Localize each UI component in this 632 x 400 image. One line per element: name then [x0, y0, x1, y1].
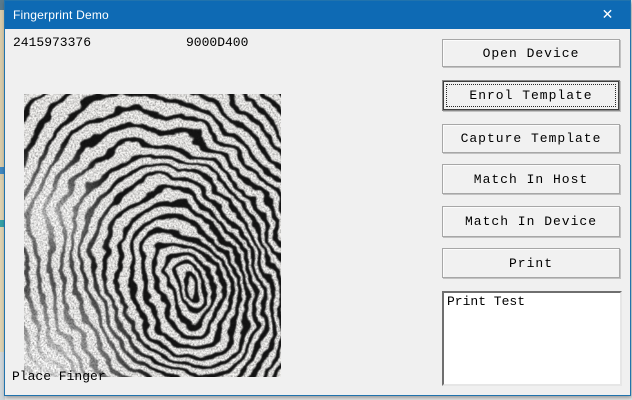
open-device-button[interactable]: Open Device — [442, 39, 620, 67]
enrol-template-button[interactable]: Enrol Template — [442, 80, 620, 111]
app-window: Fingerprint Demo ✕ 2415973376 9000D400 — [4, 0, 631, 396]
match-in-host-button[interactable]: Match In Host — [442, 164, 620, 194]
match-in-device-button[interactable]: Match In Device — [442, 206, 620, 237]
device-code-label: 9000D400 — [186, 35, 248, 50]
titlebar[interactable]: Fingerprint Demo ✕ — [5, 1, 630, 29]
capture-template-button[interactable]: Capture Template — [442, 124, 620, 153]
print-button[interactable]: Print — [442, 248, 620, 278]
status-label: Place Finger — [12, 369, 106, 384]
output-textarea[interactable]: Print Test — [442, 291, 622, 386]
window-title: Fingerprint Demo — [5, 8, 109, 22]
device-serial-label: 2415973376 — [13, 35, 91, 50]
fingerprint-image — [24, 94, 281, 377]
close-icon: ✕ — [602, 8, 614, 22]
close-button[interactable]: ✕ — [585, 1, 630, 29]
